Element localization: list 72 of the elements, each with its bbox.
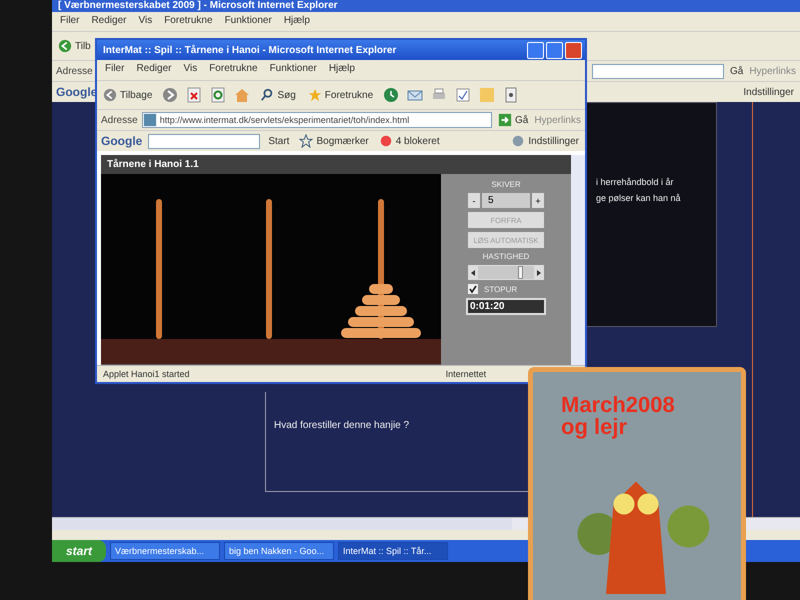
address-field[interactable] bbox=[592, 64, 724, 78]
go-button[interactable]: Gå bbox=[728, 66, 746, 76]
taskbar-button[interactable]: InterMat :: Spil :: Tår... bbox=[338, 542, 448, 560]
menu-item[interactable]: Filer bbox=[60, 15, 80, 28]
settings-button[interactable]: Indstillinger bbox=[741, 86, 796, 98]
search-button[interactable]: Søg bbox=[258, 88, 298, 102]
start-button[interactable]: start bbox=[52, 540, 106, 562]
search-icon bbox=[260, 88, 274, 102]
speed-label: HASTIGHED bbox=[482, 252, 530, 261]
menu-item[interactable]: Filer bbox=[105, 63, 124, 77]
popup-blocker-button[interactable]: 4 blokeret bbox=[376, 134, 442, 148]
decrement-button[interactable]: - bbox=[468, 193, 480, 208]
google-logo: Google bbox=[101, 134, 142, 148]
applet-title: Tårnene i Hanoi 1.1 bbox=[101, 155, 571, 174]
menu-item[interactable]: Vis bbox=[183, 63, 198, 77]
menu-item[interactable]: Funktioner bbox=[270, 63, 317, 77]
taskbar-button[interactable]: big ben Nakken - Goo... bbox=[224, 542, 334, 560]
menu-item[interactable]: Foretrukne bbox=[209, 63, 258, 77]
timer-display: 0:01:20 bbox=[466, 298, 546, 315]
address-field[interactable]: http://www.intermat.dk/servlets/eksperimentariet/toh/index.html bbox=[142, 112, 492, 128]
star-icon bbox=[308, 88, 322, 102]
right-arrow-icon[interactable] bbox=[535, 268, 543, 276]
taskbar-button[interactable]: Værbnermesterskab... bbox=[110, 542, 220, 560]
history-icon[interactable] bbox=[383, 87, 400, 103]
menu-item[interactable]: Hjælp bbox=[284, 15, 310, 28]
stop-icon[interactable] bbox=[186, 87, 202, 103]
question-text: Hvad forestiller denne hanjie ? bbox=[274, 420, 410, 431]
stopwatch-checkbox[interactable] bbox=[468, 284, 478, 294]
google-logo: Google bbox=[56, 85, 98, 99]
zone-text: Internettet bbox=[446, 369, 486, 379]
start-button[interactable]: Start bbox=[266, 136, 292, 146]
favorites-button[interactable]: Foretrukne bbox=[306, 88, 376, 102]
blocker-icon bbox=[378, 134, 393, 148]
device-icon[interactable] bbox=[503, 87, 520, 103]
go-button[interactable]: Gå bbox=[496, 113, 530, 127]
notebook-title: og lejr bbox=[561, 416, 628, 438]
star-icon bbox=[299, 134, 314, 148]
page-text: ge pølser kan han nå bbox=[596, 193, 682, 203]
menu-item[interactable]: Vis bbox=[138, 15, 152, 28]
page-text: i herrehåndbold i år bbox=[596, 177, 675, 187]
menu-item[interactable]: Funktioner bbox=[224, 15, 272, 28]
left-arrow-icon[interactable] bbox=[469, 268, 477, 276]
disks-label: SKIVER bbox=[491, 180, 521, 189]
increment-button[interactable]: + bbox=[532, 193, 544, 208]
google-search-field[interactable] bbox=[148, 134, 260, 148]
maximize-icon[interactable] bbox=[546, 42, 563, 58]
tower-board-drawing[interactable] bbox=[101, 174, 441, 364]
minimize-icon[interactable] bbox=[527, 42, 544, 58]
menu-item[interactable]: Hjælp bbox=[328, 63, 355, 77]
status-text: Applet Hanoi1 started bbox=[103, 369, 190, 379]
vertical-scrollbar[interactable] bbox=[571, 155, 585, 365]
menu-item[interactable]: Foretrukne bbox=[164, 15, 213, 28]
address-label: Adresse bbox=[101, 114, 138, 126]
bookmarks-button[interactable]: Bogmærker bbox=[297, 134, 371, 148]
address-label: Adresse bbox=[56, 66, 93, 76]
back-button[interactable]: Tilb bbox=[56, 39, 93, 53]
stopwatch-label: STOPUR bbox=[484, 284, 518, 294]
menu-item[interactable]: Rediger bbox=[91, 15, 126, 28]
notebook-title: March2008 bbox=[561, 394, 676, 416]
horizontal-scrollbar[interactable] bbox=[52, 518, 512, 530]
edit-icon[interactable] bbox=[455, 87, 472, 103]
settings-button[interactable]: Indstillinger bbox=[509, 134, 581, 148]
close-icon[interactable] bbox=[565, 42, 582, 58]
window-title: [ Værbnermesterskabet 2009 ] - Microsoft Internet Explorer bbox=[52, 0, 800, 12]
disk-count-field[interactable]: 5 bbox=[482, 193, 530, 208]
forward-icon[interactable] bbox=[162, 87, 178, 103]
speed-slider[interactable] bbox=[468, 265, 544, 280]
back-button[interactable]: Tilbage bbox=[101, 88, 154, 102]
menu-item[interactable]: Rediger bbox=[136, 63, 172, 77]
window-title: InterMat :: Spil :: Tårnene i Hanoi - Microsoft Internet Explorer bbox=[103, 44, 398, 56]
slider-thumb[interactable] bbox=[518, 266, 524, 279]
page-icon bbox=[142, 113, 157, 127]
